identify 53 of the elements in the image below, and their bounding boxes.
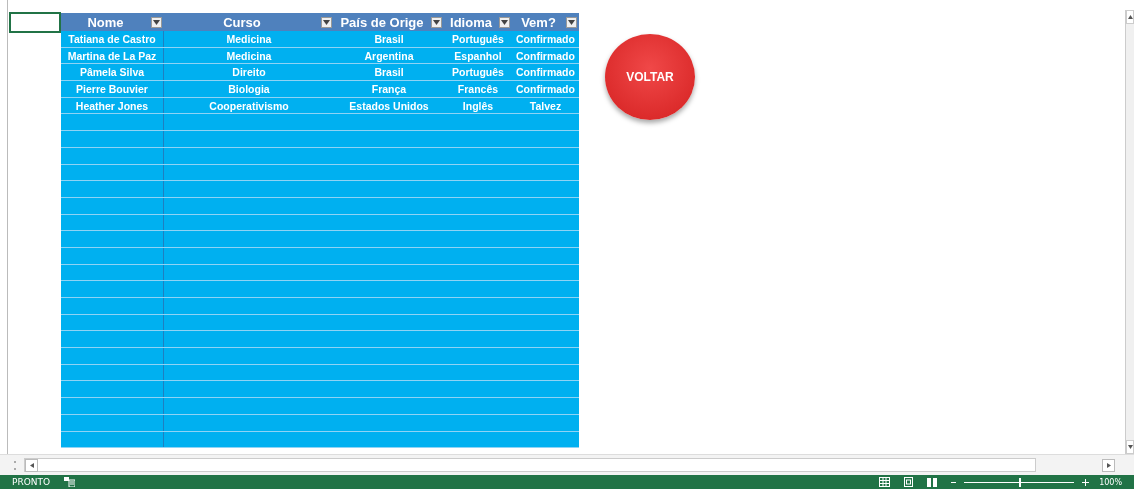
header-label: Vem? (521, 14, 556, 30)
table-cell: Talvez (529, 99, 562, 112)
horizontal-scrollbar[interactable] (24, 458, 1036, 473)
table-cell: Português (452, 32, 504, 45)
header-label: Nome (87, 14, 124, 30)
table-cell: Confirmado (516, 66, 575, 79)
page-break-icon[interactable] (927, 477, 938, 487)
table-cell: Brasil (374, 66, 404, 79)
filter-dropdown-icon[interactable] (566, 17, 577, 28)
table-cell: Cooperativismo (209, 99, 289, 112)
table-cell: Biologia (228, 82, 270, 95)
table-cell: Português (452, 66, 504, 79)
filter-dropdown-icon[interactable] (321, 17, 332, 28)
header-label: Idioma (450, 14, 492, 30)
table-cell: Brasil (374, 32, 404, 45)
back-button[interactable]: VOLTAR (605, 34, 695, 120)
macro-record-icon[interactable] (64, 477, 76, 487)
status-text: PRONTO (12, 477, 51, 487)
table-cell: Confirmado (516, 49, 575, 62)
normal-view-icon[interactable] (879, 477, 891, 487)
table-cell: Argentina (364, 49, 414, 62)
table-cell: Confirmado (516, 82, 575, 95)
table-cell: Medicina (226, 32, 272, 45)
table-cell: Tatiana de Castro (68, 32, 156, 45)
table-cell: França (371, 82, 407, 95)
table-cell: Espanhol (454, 49, 502, 62)
filter-dropdown-icon[interactable] (431, 17, 442, 28)
table-cell: Medicina (226, 49, 272, 62)
selected-cell[interactable] (9, 12, 61, 33)
table-cell: Francês (457, 82, 499, 95)
vertical-scrollbar[interactable] (1125, 10, 1134, 455)
scroll-up-icon[interactable] (1127, 15, 1133, 19)
table-cell: Direito (232, 66, 266, 79)
scroll-right-icon[interactable] (1106, 462, 1111, 468)
table-cell: Martina de La Paz (67, 49, 157, 62)
scroll-down-icon[interactable] (1127, 445, 1133, 450)
scroll-right-button[interactable] (1102, 458, 1115, 472)
page-layout-icon[interactable] (904, 477, 914, 487)
zoom-level[interactable]: 100% (1099, 477, 1122, 487)
table-cell: Inglês (462, 99, 494, 112)
table-cell: Pâmela Silva (79, 66, 145, 79)
table-cell: Estados Unidos (349, 99, 429, 112)
zoom-in-icon[interactable] (1082, 478, 1090, 486)
table-cell: Pierre Bouvier (76, 82, 148, 95)
table-cell: Confirmado (516, 32, 575, 45)
scroll-left-icon[interactable] (29, 462, 34, 468)
filter-dropdown-icon[interactable] (499, 17, 510, 28)
header-label: País de Orige (340, 14, 424, 30)
zoom-slider-thumb[interactable] (1019, 477, 1022, 487)
table-cell: Heather Jones (75, 99, 149, 112)
filter-dropdown-icon[interactable] (151, 17, 162, 28)
header-label: Curso (223, 14, 261, 30)
splitter-handle-icon[interactable] (14, 460, 16, 470)
